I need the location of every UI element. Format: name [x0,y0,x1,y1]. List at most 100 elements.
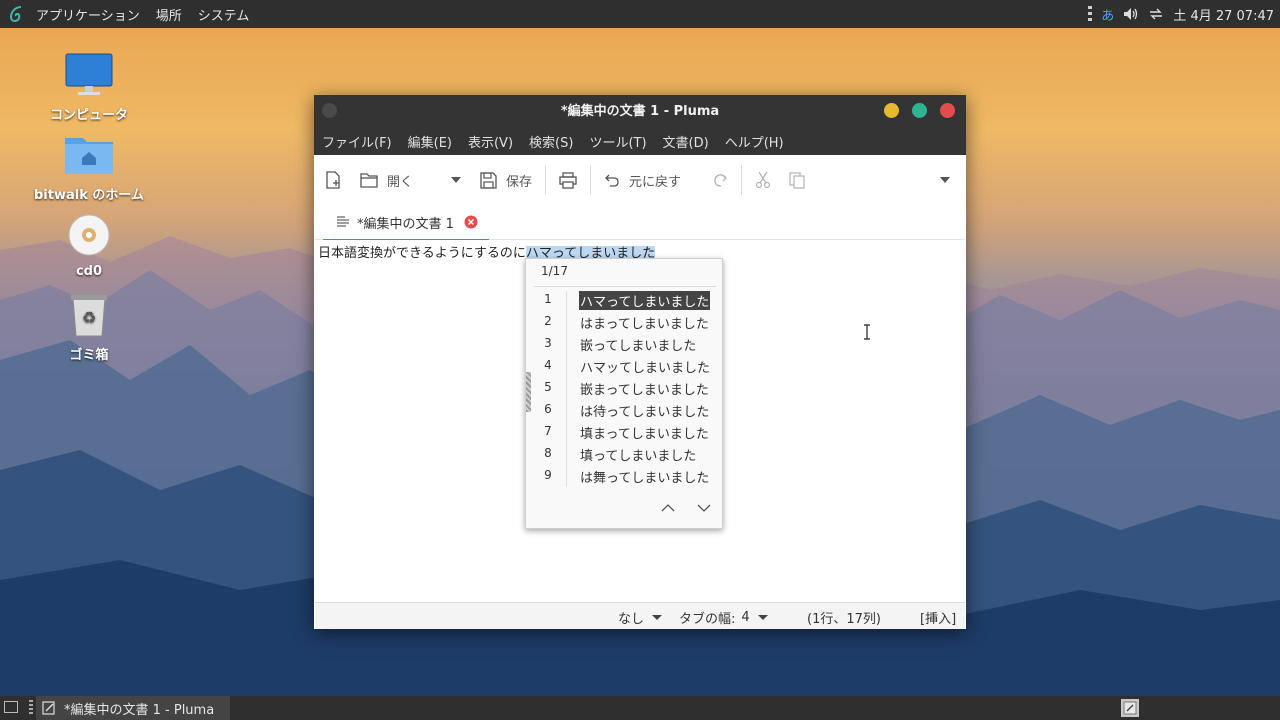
redo-button[interactable] [690,161,737,199]
tab-close-icon[interactable] [464,215,478,229]
trash-icon: ♻ [61,292,117,340]
candidate-text: 嵌まってしまいました [580,383,709,398]
cut-button[interactable] [746,161,780,199]
chevron-down-icon [940,177,950,183]
candidate-row[interactable]: 7 填まってしまいました [526,421,722,443]
volume-icon[interactable] [1123,7,1139,21]
system-tray: あ 土 4月 27 07:47 [1088,0,1274,28]
chevron-down-icon [451,177,462,183]
desktop-icon-cd[interactable]: cd0 [34,212,144,279]
candidate-number: 1 [544,292,552,306]
chevron-down-icon[interactable] [697,503,711,513]
highlight-mode-selector[interactable]: なし [618,608,663,627]
chevron-down-icon [757,615,768,620]
desktop-icon-home[interactable]: bitwalk のホーム [34,132,144,203]
tab-bar: *編集中の文書 1 [315,205,965,241]
menu-places[interactable]: 場所 [148,5,190,24]
cut-icon [755,171,771,189]
candidate-number: 5 [544,380,552,394]
menu-documents[interactable]: 文書(D) [655,132,717,151]
open-recent-dropdown[interactable] [422,161,471,199]
new-document-icon [326,171,340,189]
ime-indicator[interactable]: あ [1101,5,1114,24]
tab-width-selector[interactable]: タブの幅: 4 [679,608,768,627]
menu-tools[interactable]: ツール(T) [581,132,654,151]
status-bar: なし タブの幅: 4 (1行、17列) [挿入] [315,602,965,629]
show-desktop-button[interactable] [4,701,18,713]
document-lines-icon [337,216,349,227]
open-button[interactable]: 開く [351,161,422,199]
ibeam-cursor-icon [864,324,870,340]
maximize-button[interactable] [912,103,927,118]
window-titlebar[interactable]: *編集中の文書 1 - Pluma [314,95,966,127]
candidate-row[interactable]: 4 ハマッてしまいました [526,355,722,377]
toolbar-separator [545,165,547,195]
tab-document-1[interactable]: *編集中の文書 1 [323,205,489,241]
taskbar-window-button[interactable]: *編集中の文書 1 - Pluma [36,696,230,720]
candidate-text: は待ってしまいました [580,405,710,420]
home-folder-icon [61,132,117,180]
menu-search[interactable]: 検索(S) [521,132,581,151]
editor-text: 日本語変換ができるようにするのに [318,246,526,261]
tab-width-label: タブの幅: [679,612,736,627]
print-button[interactable] [550,161,586,199]
candidate-number: 8 [544,446,552,460]
candidate-number: 9 [544,468,552,482]
candidate-row[interactable]: 6 は待ってしまいました [526,399,722,421]
copy-icon [789,171,805,189]
tab-label: *編集中の文書 1 [357,216,454,232]
candidate-text: ハマッてしまいました [580,361,711,376]
open-label: 開く [387,174,414,190]
candidate-row[interactable]: 8 填ってしまいました [526,443,722,465]
chevron-down-icon [652,615,663,620]
copy-button[interactable] [780,161,814,199]
candidate-number: 4 [544,358,552,372]
mate-logo-icon[interactable] [6,4,26,24]
menu-help[interactable]: ヘルプ(H) [717,132,792,151]
candidate-number: 6 [544,402,552,416]
workspace-switcher[interactable] [1121,699,1139,717]
candidate-text: ハマってしまいました [579,291,711,310]
save-button[interactable]: 保存 [471,161,541,199]
highlight-mode-label: なし [618,612,645,627]
candidate-row[interactable]: 1 ハマってしまいました [526,289,722,311]
menu-edit[interactable]: 編集(E) [400,132,460,151]
bottom-taskbar: *編集中の文書 1 - Pluma [0,696,1280,720]
taskbar-handle [29,700,33,716]
toolbar: 開く 保存 元に戻す [315,155,965,205]
desktop-icon-trash[interactable]: ♻ ゴミ箱 [34,292,144,363]
menu-system[interactable]: システム [190,5,258,24]
chevron-up-icon[interactable] [661,503,675,513]
candidate-row[interactable]: 3 嵌ってしまいました [526,333,722,355]
text-editor-icon [42,701,55,715]
candidate-text: は舞ってしまいました [580,471,710,486]
candidate-row[interactable]: 5 嵌まってしまいました [526,377,722,399]
candidate-text: 填まってしまいました [580,427,709,442]
candidate-page-indicator: 1/17 [541,264,568,278]
close-button[interactable] [940,103,955,118]
menu-applications[interactable]: アプリケーション [28,5,148,24]
save-icon [480,171,497,189]
toolbar-separator [590,165,592,195]
candidate-text: はまってしまいました [580,317,709,332]
minimize-button[interactable] [884,103,899,118]
save-label: 保存 [506,174,533,190]
menu-view[interactable]: 表示(V) [460,132,521,151]
insert-mode-indicator: [挿入] [920,612,957,627]
toolbar-overflow-button[interactable] [930,161,965,199]
candidate-row[interactable]: 2 はまってしまいました [526,311,722,333]
candidate-number: 7 [544,424,552,438]
desktop-icon-computer[interactable]: コンピュータ [34,52,144,123]
undo-button[interactable]: 元に戻す [595,161,690,199]
menu-file[interactable]: ファイル(F) [314,132,400,151]
undo-label: 元に戻す [629,174,682,190]
clock[interactable]: 土 4月 27 07:47 [1173,5,1274,24]
window-menu-button[interactable] [322,103,337,118]
new-document-button[interactable] [315,161,351,199]
candidate-text: 嵌ってしまいました [580,339,697,354]
toolbar-separator [741,165,743,195]
printer-icon [559,171,577,189]
network-icon[interactable] [1148,7,1164,21]
candidate-row[interactable]: 9 は舞ってしまいました [526,465,722,487]
workspace-icon [1123,701,1137,715]
